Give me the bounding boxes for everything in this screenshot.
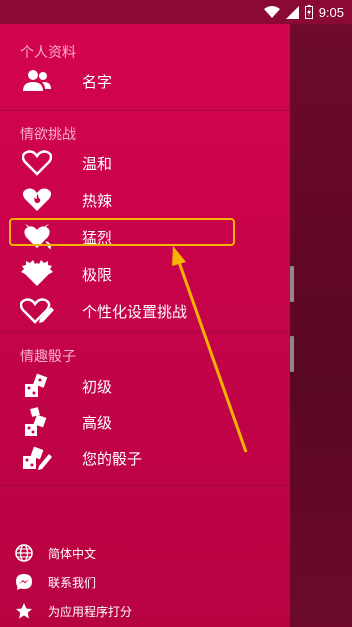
annotation-arrow	[172, 246, 248, 453]
battery-icon	[304, 5, 313, 19]
status-time: 9:05	[318, 4, 344, 20]
signal-icon	[285, 5, 299, 19]
wifi-icon	[263, 6, 280, 18]
status-bar: 9:05	[0, 0, 352, 24]
